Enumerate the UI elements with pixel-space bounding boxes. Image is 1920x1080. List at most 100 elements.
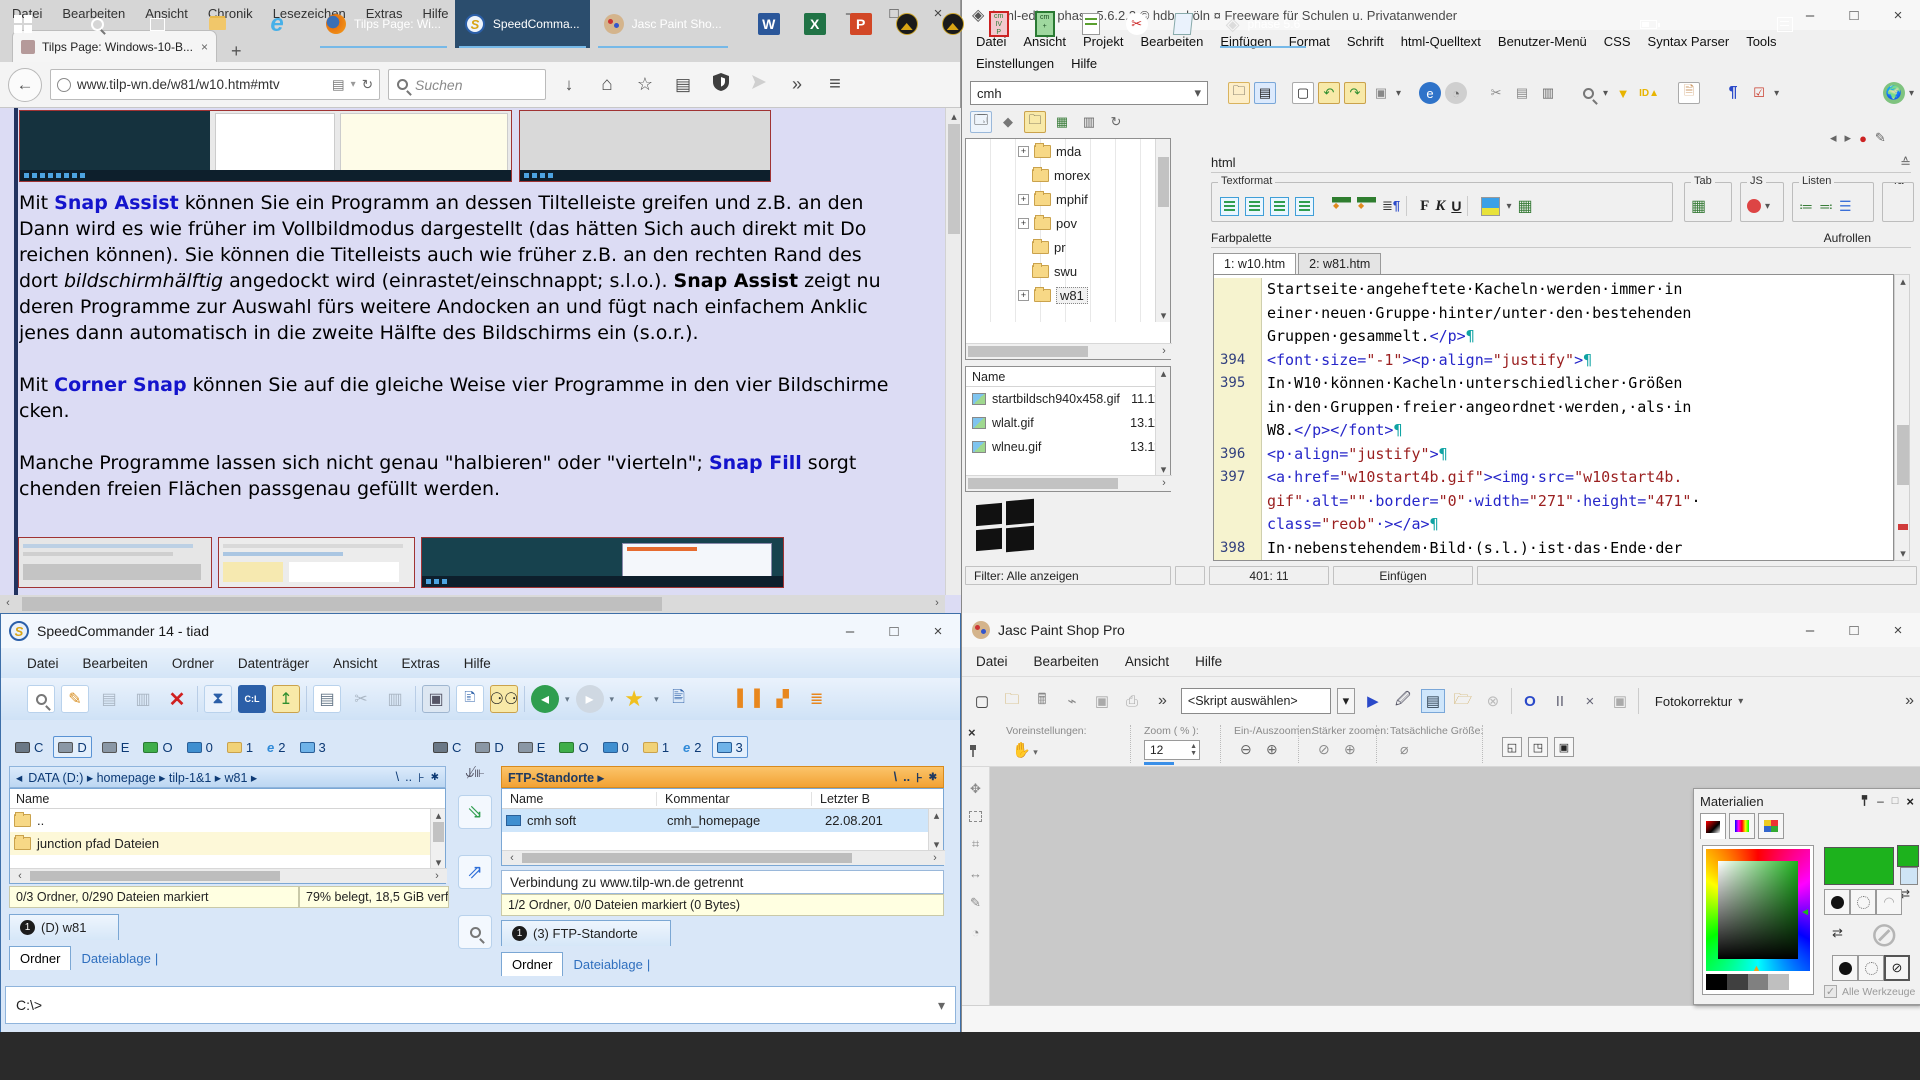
left-list-hscrollbar[interactable]: ‹ › xyxy=(10,868,447,883)
texture-style-icon[interactable] xyxy=(1850,889,1876,915)
zoom-out-icon[interactable]: ⊖ xyxy=(1240,741,1252,758)
pack-icon[interactable]: ▣ xyxy=(422,685,450,713)
filter-icon[interactable]: ▦ xyxy=(1051,111,1073,133)
snipping-button[interactable]: ✂ xyxy=(1114,0,1160,48)
file-row[interactable]: wlneu.gif13.11. xyxy=(966,435,1170,459)
pause-icon[interactable]: II xyxy=(1548,689,1572,713)
tool-a-button[interactable] xyxy=(884,0,930,48)
copy-icon[interactable]: ▤ xyxy=(313,685,341,713)
toolbar-more-icon-2[interactable]: » xyxy=(1905,692,1914,710)
new-file-icon[interactable]: ▢ xyxy=(1292,82,1314,104)
url-text[interactable]: www.tilp-wn.de/w81/w10.htm#mtv xyxy=(77,77,326,92)
favorites-dropdown-icon[interactable]: ▾ xyxy=(654,694,659,705)
drive-e[interactable]: E xyxy=(514,736,550,758)
tree-view-icon[interactable]: 🖹 xyxy=(665,685,693,713)
copy-to-icon[interactable]: ⇘ xyxy=(458,795,492,829)
scroll-up-icon[interactable]: ▴ xyxy=(929,809,944,822)
scroll-up-icon[interactable]: ▴ xyxy=(1895,275,1911,288)
folder-row-junction[interactable]: junction pfad Dateien xyxy=(10,832,445,855)
materials-titlebar[interactable]: Materialien – □ × xyxy=(1694,789,1920,813)
back-button[interactable]: ← xyxy=(8,68,42,102)
drive-1[interactable]: 1 xyxy=(223,736,257,758)
sort-down-icon[interactable]: ▼ xyxy=(1612,82,1634,104)
thumbnail-screenshot[interactable] xyxy=(218,537,415,588)
tab-color-wheel[interactable] xyxy=(1700,813,1726,839)
selection-tool-icon[interactable] xyxy=(969,811,982,822)
checkbox-icon[interactable]: ✓ xyxy=(1824,985,1837,998)
pilcrow-icon[interactable]: ¶ xyxy=(1722,82,1744,104)
layout-list-icon[interactable]: ≣ xyxy=(803,685,831,713)
drive-2[interactable]: e2 xyxy=(263,736,289,758)
scroll-right-icon[interactable]: › xyxy=(929,597,945,609)
drive-2[interactable]: e2 xyxy=(679,736,705,758)
menu-item[interactable]: Datei xyxy=(976,654,1008,669)
save-icon[interactable]: ▣ xyxy=(1090,689,1114,713)
command-prompt[interactable]: C:\> xyxy=(16,997,42,1013)
paste-icon[interactable]: ▥ xyxy=(1537,82,1559,104)
insert-mode[interactable]: Einfügen xyxy=(1333,566,1473,585)
tree-item-morex[interactable]: morex xyxy=(966,163,1170,187)
start-button[interactable] xyxy=(0,0,46,48)
thumbnail-screenshot[interactable] xyxy=(421,537,784,588)
subtab-ordner[interactable]: Ordner xyxy=(501,952,563,976)
save-as-icon[interactable]: ↷ xyxy=(1344,82,1366,104)
fotokorrektur-button[interactable]: Fotokorrektur ▾ xyxy=(1645,688,1753,714)
tree-vscrollbar[interactable]: ▾ xyxy=(1155,139,1170,322)
cut-icon[interactable]: ✂ xyxy=(1485,82,1507,104)
zoom-slider[interactable] xyxy=(1144,762,1174,765)
minimize-button[interactable]: – xyxy=(1788,613,1832,647)
pin-icon[interactable] xyxy=(1860,794,1869,809)
project-combo[interactable]: cmh ▾ xyxy=(970,81,1208,105)
insert-doc-icon[interactable]: 🗎 xyxy=(1678,82,1700,104)
brush-tool-icon[interactable]: ◔ xyxy=(972,925,980,940)
scrollbar-thumb[interactable] xyxy=(30,871,280,881)
fit-window-icon[interactable]: ◱ xyxy=(1502,737,1522,757)
breadcrumb[interactable]: DATA (D:) ▸ homepage ▸ tilp-1&1 ▸ w81 ▸ xyxy=(28,770,389,785)
column-name[interactable]: Name xyxy=(16,792,49,806)
horizontal-scrollbar[interactable]: ‹ › xyxy=(0,595,945,613)
record-icon[interactable]: ● xyxy=(1859,131,1867,146)
branch-icon[interactable]: ⊦ xyxy=(418,770,425,785)
drive-e[interactable]: E xyxy=(98,736,134,758)
pan-tool-icon[interactable]: ✥ xyxy=(970,781,981,797)
expand-row-icon[interactable]: ≙ xyxy=(1900,155,1911,171)
search-files-icon[interactable]: ⚆⚆ xyxy=(490,685,518,713)
js-icon[interactable] xyxy=(1747,199,1761,213)
scrollbar-thumb[interactable] xyxy=(522,853,852,863)
close-icon[interactable]: × xyxy=(1906,794,1914,809)
save-icon[interactable]: ▣ xyxy=(1370,82,1392,104)
cancel-icon[interactable]: × xyxy=(1578,689,1602,713)
transparent-style-icon[interactable]: ⊘ xyxy=(1884,955,1910,981)
files-vscrollbar[interactable]: ▴ ▾ xyxy=(1155,367,1170,476)
history-icon[interactable]: ◔ xyxy=(1445,82,1467,104)
align-center-icon[interactable] xyxy=(1245,197,1264,216)
gradient-style-icon[interactable]: ◠ xyxy=(1876,889,1902,915)
scrollbar-thumb[interactable] xyxy=(22,597,662,611)
texture-style-icon[interactable] xyxy=(1858,955,1884,981)
scroll-left-icon[interactable]: ‹ xyxy=(12,870,28,882)
breadcrumb[interactable]: FTP-Standorte ▸ xyxy=(508,770,888,785)
run-script-icon[interactable]: ▶ xyxy=(1361,689,1385,713)
scrollbar-thumb[interactable] xyxy=(968,346,1088,357)
move-tool-icon[interactable]: ↔ xyxy=(969,866,982,881)
italic-button[interactable]: K xyxy=(1435,198,1445,215)
cm-red-button[interactable]: cmIVP xyxy=(976,0,1022,48)
thumbnail-screenshot[interactable] xyxy=(18,537,212,588)
tree-item-pr[interactable]: pr xyxy=(966,235,1170,259)
reader-mode-icon[interactable]: ▤ xyxy=(332,77,345,93)
taskbar-speedcommander-button[interactable]: S SpeedComma... xyxy=(455,0,590,48)
scroll-up-icon[interactable]: ▴ xyxy=(1156,367,1171,380)
twain-icon[interactable]: 🖩 xyxy=(1030,689,1054,713)
paste-icon[interactable]: ▥ xyxy=(381,685,409,713)
search-button[interactable] xyxy=(74,0,120,48)
forward-icon[interactable]: ▸ xyxy=(576,685,604,713)
scroll-down-icon[interactable]: ▾ xyxy=(1895,547,1911,560)
root-icon[interactable]: \ xyxy=(894,770,897,784)
open-project-icon[interactable]: 🗀 xyxy=(1228,82,1250,104)
actual-size-icon[interactable]: ⌀ xyxy=(1400,741,1408,758)
column-kommentar[interactable]: Kommentar xyxy=(657,792,812,806)
cut-icon[interactable]: ✂ xyxy=(347,685,375,713)
tab-swatches[interactable] xyxy=(1758,813,1784,839)
code-vscrollbar[interactable]: ▴ ▾ xyxy=(1894,274,1910,561)
scroll-up-icon[interactable]: ▴ xyxy=(431,809,446,822)
